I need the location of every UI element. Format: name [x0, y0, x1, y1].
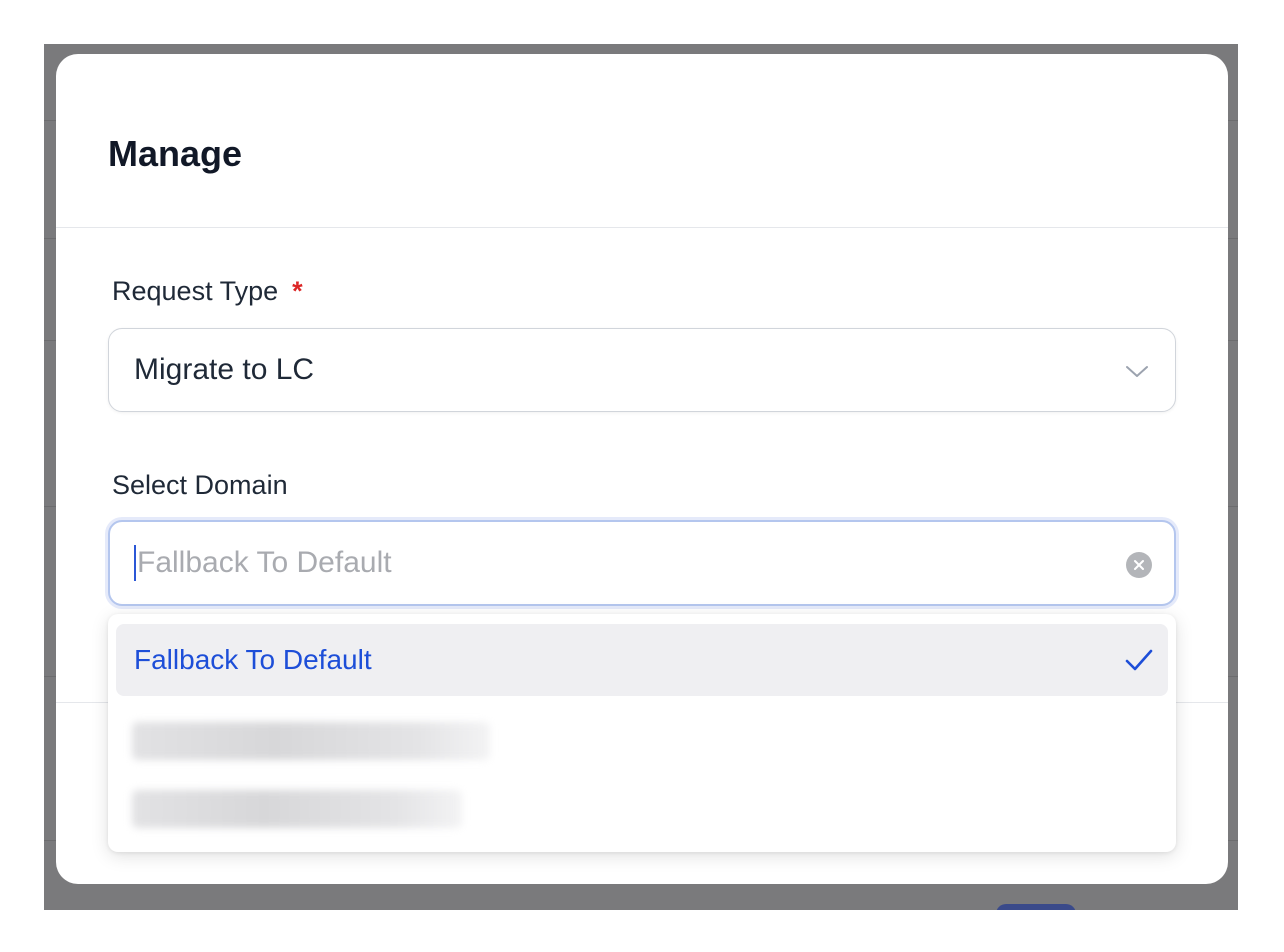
- domain-input-placeholder: Fallback To Default: [137, 546, 392, 579]
- request-type-select[interactable]: Migrate to LC: [108, 328, 1176, 412]
- chevron-down-icon[interactable]: [1123, 357, 1151, 385]
- select-domain-label: Select Domain: [112, 470, 288, 500]
- checkmark-icon: [1125, 649, 1153, 671]
- text-caret: [134, 545, 136, 581]
- redacted-domain-option[interactable]: [132, 790, 462, 828]
- request-type-label-text: Request Type: [112, 276, 279, 306]
- dropdown-option-fallback[interactable]: Fallback To Default: [116, 624, 1168, 696]
- clear-x-glyph: [1134, 560, 1144, 570]
- required-asterisk: *: [292, 276, 303, 306]
- modal-header: Manage: [56, 54, 1228, 228]
- clear-circle-icon[interactable]: [1126, 552, 1152, 578]
- redacted-domain-option[interactable]: [132, 722, 490, 760]
- domain-search-input[interactable]: Fallback To Default: [108, 520, 1176, 606]
- background-badge: [996, 904, 1076, 910]
- dropdown-option-label: Fallback To Default: [134, 644, 372, 675]
- request-type-value: Migrate to LC: [134, 353, 315, 386]
- modal-title: Manage: [108, 133, 243, 174]
- domain-dropdown: Fallback To Default: [108, 614, 1176, 852]
- request-type-label: Request Type *: [112, 274, 303, 308]
